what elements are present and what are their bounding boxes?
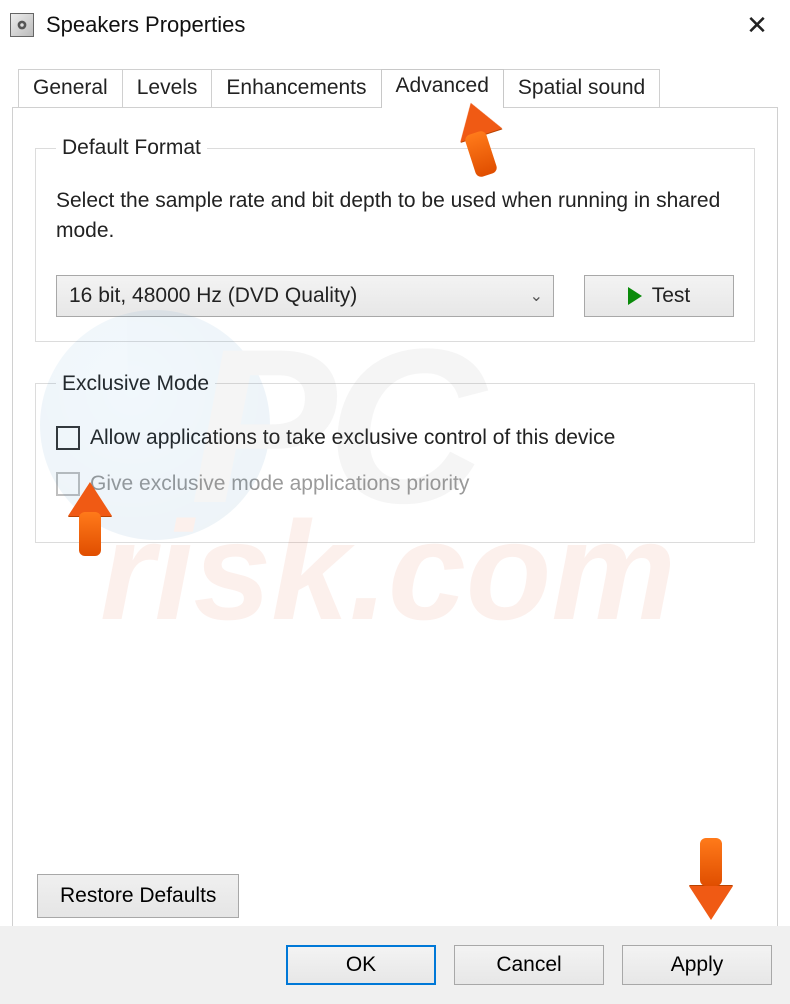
tab-advanced[interactable]: Advanced: [381, 69, 504, 108]
priority-label: Give exclusive mode applications priorit…: [90, 472, 469, 496]
sample-rate-value: 16 bit, 48000 Hz (DVD Quality): [69, 284, 357, 308]
format-row: 16 bit, 48000 Hz (DVD Quality) ⌄ Test: [56, 275, 734, 317]
window-title: Speakers Properties: [46, 12, 245, 38]
dialog-footer: OK Cancel Apply: [0, 926, 790, 1004]
default-format-description: Select the sample rate and bit depth to …: [56, 186, 734, 247]
tablist: General Levels Enhancements Advanced Spa…: [12, 68, 778, 107]
titlebar: Speakers Properties ✕: [0, 0, 790, 50]
apply-button[interactable]: Apply: [622, 945, 772, 985]
sample-rate-combo[interactable]: 16 bit, 48000 Hz (DVD Quality) ⌄: [56, 275, 554, 317]
restore-defaults-button[interactable]: Restore Defaults: [37, 874, 239, 918]
tab-spatial-sound[interactable]: Spatial sound: [503, 69, 660, 108]
chevron-down-icon: ⌄: [530, 286, 543, 306]
test-button[interactable]: Test: [584, 275, 734, 317]
speaker-icon: [10, 13, 34, 37]
cancel-button[interactable]: Cancel: [454, 945, 604, 985]
tab-levels[interactable]: Levels: [122, 69, 213, 108]
tab-general[interactable]: General: [18, 69, 123, 108]
close-button[interactable]: ✕: [734, 2, 780, 48]
test-label: Test: [652, 284, 691, 308]
exclusive-mode-legend: Exclusive Mode: [56, 372, 215, 396]
tab-enhancements[interactable]: Enhancements: [211, 69, 381, 108]
tabs-container: General Levels Enhancements Advanced Spa…: [12, 68, 778, 943]
allow-exclusive-checkbox[interactable]: [56, 426, 80, 450]
priority-row: Give exclusive mode applications priorit…: [56, 472, 734, 496]
allow-exclusive-row: Allow applications to take exclusive con…: [56, 426, 734, 450]
tabpanel-advanced: Default Format Select the sample rate an…: [12, 107, 778, 943]
group-exclusive-mode: Exclusive Mode Allow applications to tak…: [35, 372, 755, 543]
priority-checkbox: [56, 472, 80, 496]
group-default-format: Default Format Select the sample rate an…: [35, 136, 755, 342]
close-icon: ✕: [746, 10, 768, 41]
ok-button[interactable]: OK: [286, 945, 436, 985]
allow-exclusive-label: Allow applications to take exclusive con…: [90, 426, 615, 450]
default-format-legend: Default Format: [56, 136, 207, 160]
play-icon: [628, 287, 642, 305]
